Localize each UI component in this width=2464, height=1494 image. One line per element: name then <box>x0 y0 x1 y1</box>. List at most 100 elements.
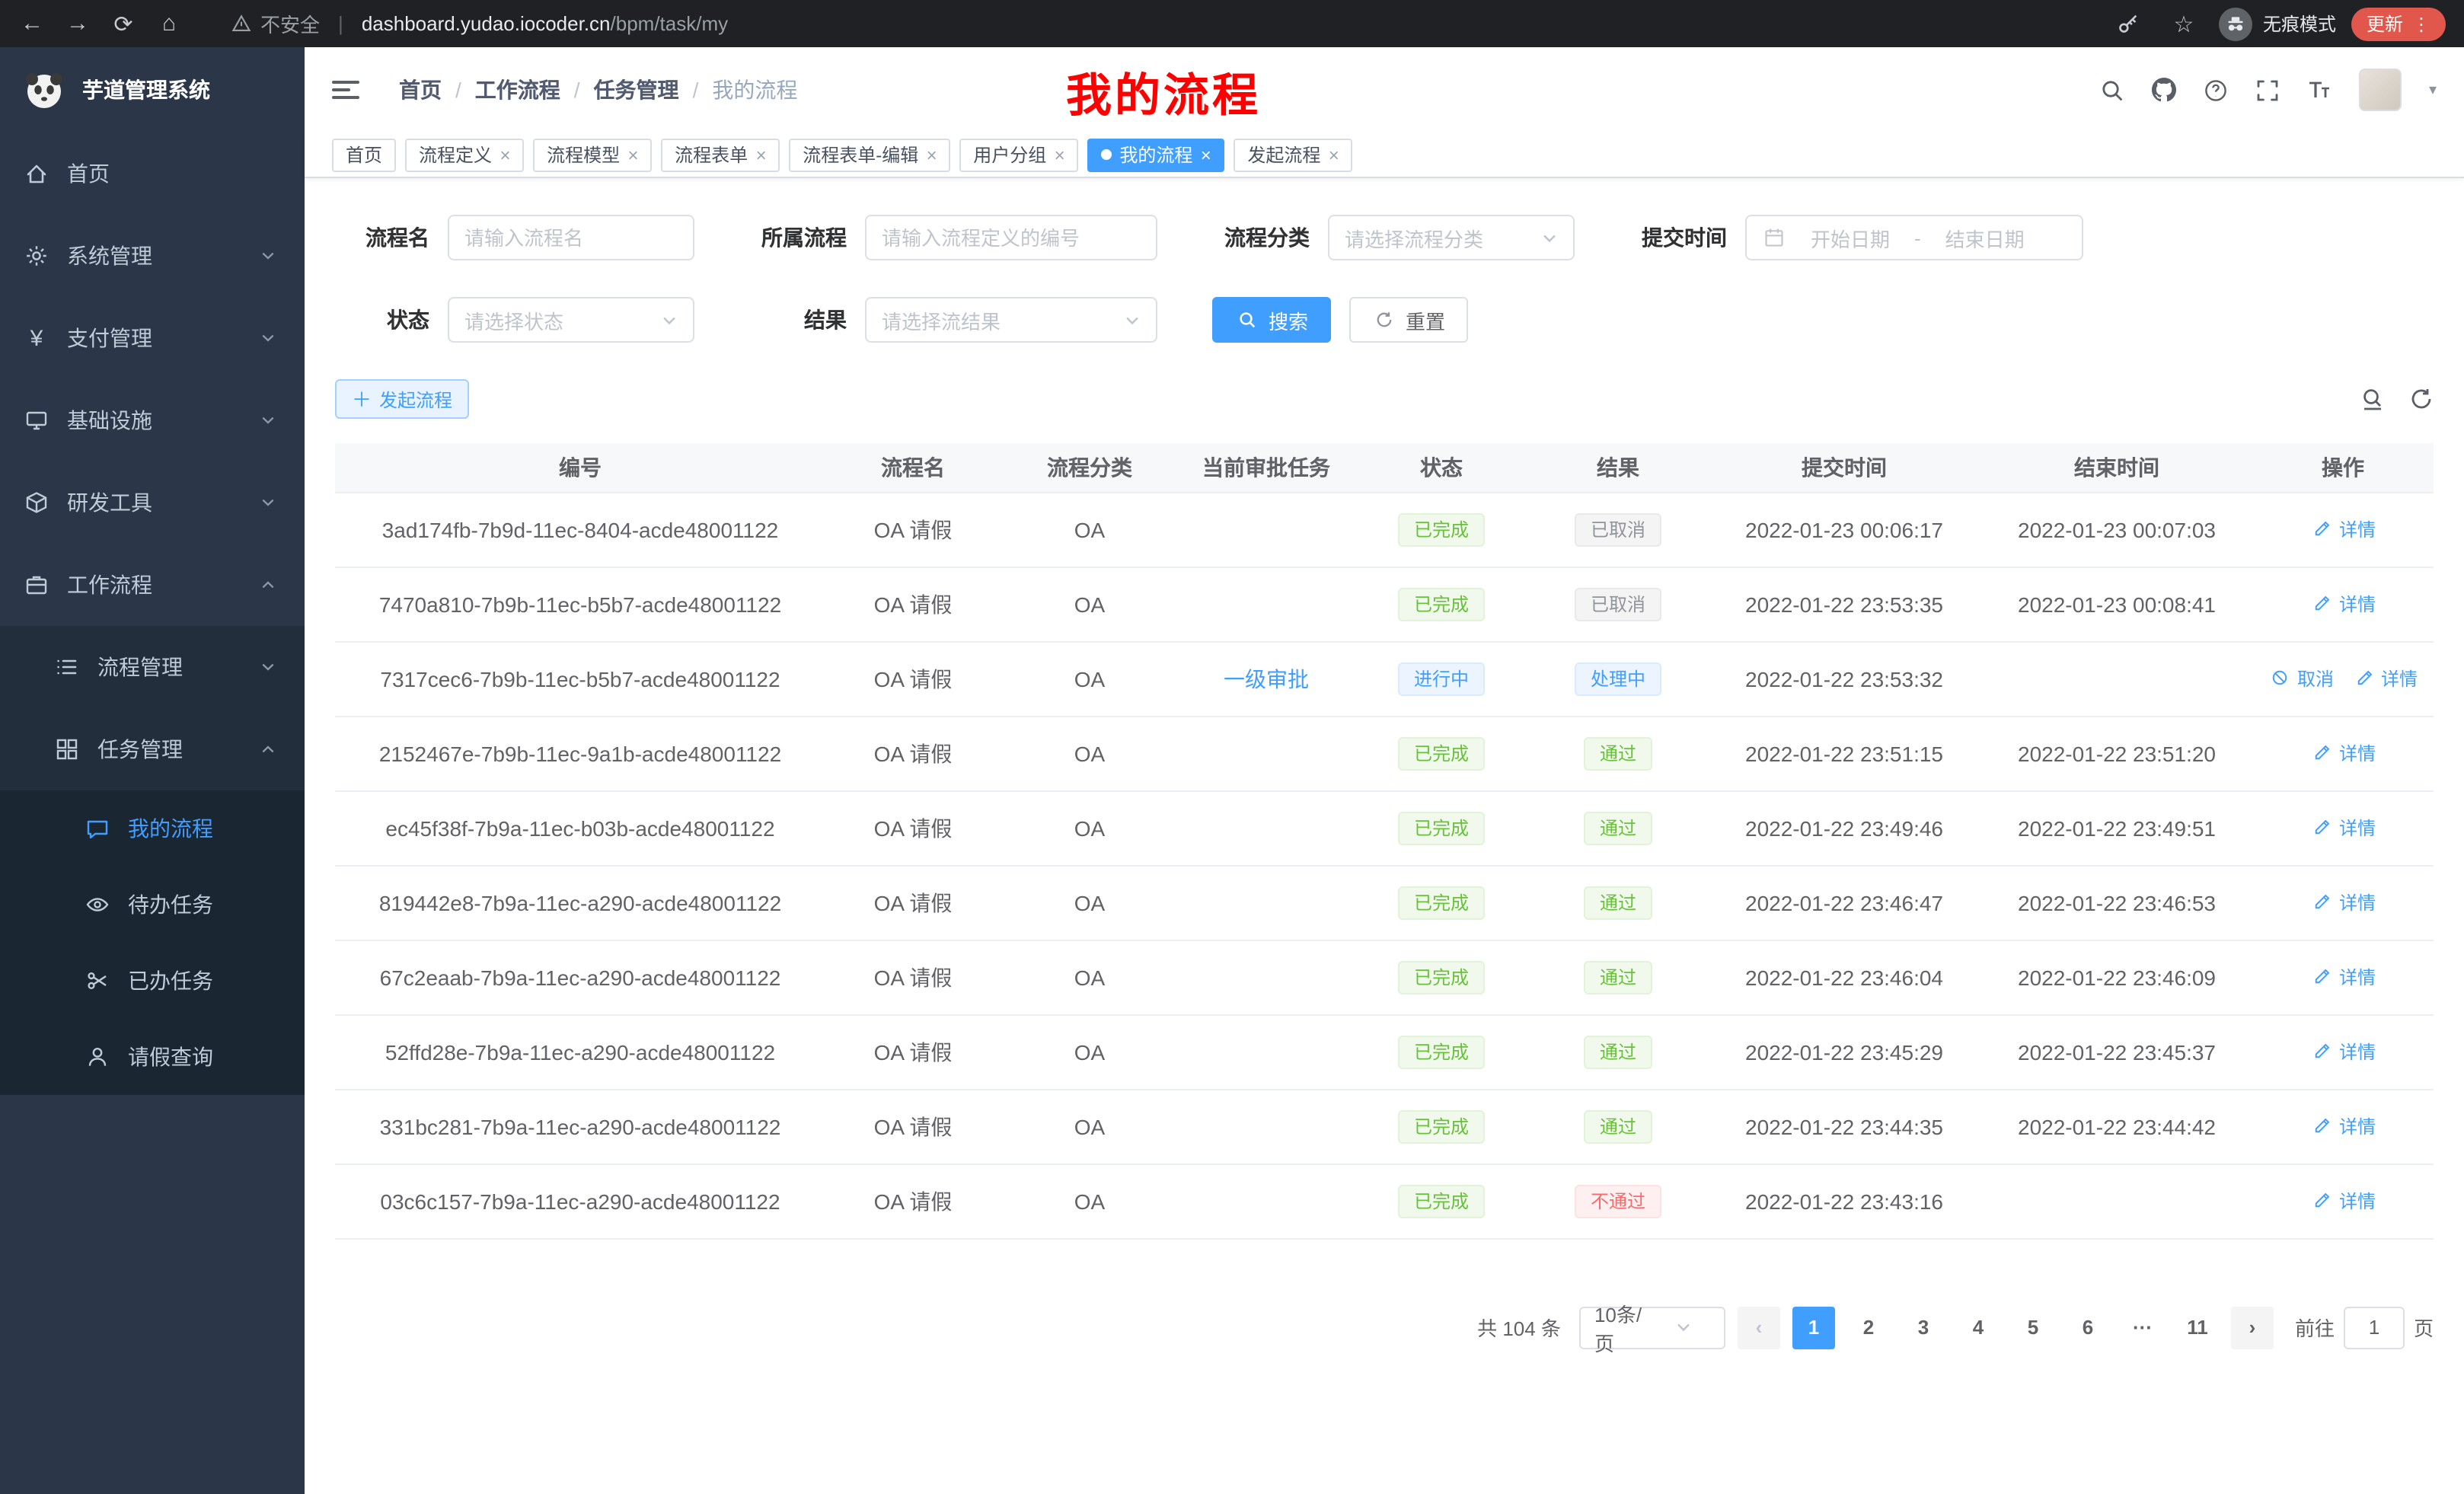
detail-link[interactable]: 详情 <box>2310 516 2376 542</box>
sidebar-item-leave-query[interactable]: 请假查询 <box>0 1019 305 1095</box>
sidebar-item-my-processes[interactable]: 我的流程 <box>0 790 305 867</box>
search-button[interactable]: 搜索 <box>1212 297 1331 343</box>
operations-cell: 详情 <box>2252 940 2434 1014</box>
sidebar-item-home[interactable]: 首页 <box>0 132 305 215</box>
tab-item[interactable]: 首页 <box>332 138 396 171</box>
key-icon[interactable] <box>2109 4 2149 43</box>
tab-close-icon[interactable]: × <box>755 145 766 164</box>
font-size-icon[interactable] <box>2307 78 2332 102</box>
tab-active[interactable]: 我的流程× <box>1087 138 1224 171</box>
sidebar-item-todo-tasks[interactable]: 待办任务 <box>0 867 305 943</box>
update-button[interactable]: 更新 ⋮ <box>2351 7 2446 40</box>
sidebar-item-done-tasks[interactable]: 已办任务 <box>0 943 305 1019</box>
process-definition-input[interactable] <box>865 215 1157 260</box>
page-number[interactable]: 5 <box>2012 1306 2054 1349</box>
page-number[interactable]: 6 <box>2067 1306 2109 1349</box>
page-number-active[interactable]: 1 <box>1792 1306 1835 1349</box>
github-icon[interactable] <box>2152 78 2176 102</box>
tab-item[interactable]: 流程表单-编辑× <box>789 138 950 171</box>
tab-close-icon[interactable]: × <box>1054 145 1064 164</box>
detail-link[interactable]: 详情 <box>2310 740 2376 766</box>
tab-item[interactable]: 流程表单× <box>661 138 780 171</box>
sidebar-item-process-management[interactable]: 流程管理 <box>0 626 305 708</box>
page-number[interactable]: 11 <box>2176 1306 2219 1349</box>
breadcrumb-item[interactable]: 工作流程 <box>475 75 560 105</box>
sidebar-item-devtools[interactable]: 研发工具 <box>0 461 305 544</box>
search-icon[interactable] <box>2100 78 2124 102</box>
security-warning[interactable]: 不安全 <box>228 9 320 38</box>
cancel-process-link[interactable]: 取消 <box>2268 666 2334 691</box>
detail-link[interactable]: 详情 <box>2310 815 2376 841</box>
tab-item[interactable]: 流程模型× <box>533 138 652 171</box>
submit-time-cell: 2022-01-22 23:53:35 <box>1707 567 1981 641</box>
sidebar-item-infrastructure[interactable]: 基础设施 <box>0 379 305 461</box>
table-row: 331bc281-7b9a-11ec-a290-acde48001122OA 请… <box>335 1089 2434 1164</box>
submit-time-label: 提交时间 <box>1611 222 1745 253</box>
sidebar-item-task-management[interactable]: 任务管理 <box>0 708 305 790</box>
page-number[interactable]: 3 <box>1902 1306 1945 1349</box>
reload-icon[interactable]: ⟳ <box>104 4 143 43</box>
page-number[interactable]: 4 <box>1957 1306 2000 1349</box>
detail-link[interactable]: 详情 <box>2310 591 2376 617</box>
status-cell: 已完成 <box>1354 940 1529 1014</box>
tab-close-icon[interactable]: × <box>1328 145 1339 164</box>
date-range-picker[interactable]: 开始日期 - 结束日期 <box>1745 215 2083 260</box>
tab-close-icon[interactable]: × <box>627 145 638 164</box>
tab-close-icon[interactable]: × <box>926 145 937 164</box>
home-icon[interactable]: ⌂ <box>149 4 189 43</box>
detail-link[interactable]: 详情 <box>2310 964 2376 990</box>
user-avatar[interactable] <box>2359 69 2402 111</box>
create-process-button[interactable]: ＋ 发起流程 <box>335 379 469 419</box>
page-ellipsis[interactable]: ··· <box>2121 1306 2164 1349</box>
help-icon[interactable] <box>2204 78 2228 102</box>
browser-menu-icon[interactable]: ⋮ <box>2412 13 2430 34</box>
detail-link[interactable]: 详情 <box>2352 666 2418 691</box>
tab-label: 用户分组 <box>973 142 1046 168</box>
address-bar[interactable]: 不安全 | dashboard.yudao.iocoder.cn/bpm/tas… <box>195 9 2103 38</box>
process-name-input[interactable] <box>448 215 694 260</box>
fullscreen-icon[interactable] <box>2255 78 2280 102</box>
back-icon[interactable]: ← <box>12 4 52 43</box>
next-page-button[interactable]: › <box>2231 1306 2274 1349</box>
tab-item[interactable]: 流程定义× <box>405 138 524 171</box>
current-task-link[interactable]: 一级审批 <box>1224 666 1309 691</box>
sidebar-item-system[interactable]: 系统管理 <box>0 215 305 297</box>
hamburger-menu-icon[interactable] <box>332 73 365 107</box>
filter-process-name: 流程名 <box>335 215 694 260</box>
goto-page-input[interactable] <box>2344 1306 2405 1349</box>
detail-link[interactable]: 详情 <box>2310 889 2376 915</box>
end-date-placeholder: 结束日期 <box>1930 223 2040 252</box>
edit-icon <box>2310 1114 2335 1138</box>
bookmark-star-icon[interactable]: ☆ <box>2164 4 2204 43</box>
sidebar-item-workflow[interactable]: 工作流程 <box>0 544 305 626</box>
result-select[interactable]: 请选择流结果 <box>865 297 1157 343</box>
chevron-down-icon[interactable]: ▾ <box>2429 81 2437 98</box>
page-size-select[interactable]: 10条/页 <box>1579 1306 1725 1349</box>
search-toggle-icon[interactable] <box>2360 387 2385 411</box>
table-header-row: 编号流程名流程分类当前审批任务状态结果提交时间结束时间操作 <box>335 443 2434 492</box>
task-submenu: 我的流程 待办任务 已办任务 请假查询 <box>0 790 305 1095</box>
result-cell: 已取消 <box>1529 567 1707 641</box>
prev-page-button[interactable]: ‹ <box>1738 1306 1780 1349</box>
app-logo[interactable]: 芋道管理系统 <box>0 47 305 132</box>
breadcrumb-item[interactable]: 任务管理 <box>594 75 679 105</box>
incognito-profile-chip[interactable]: 无痕模式 <box>2219 7 2336 40</box>
column-header: 当前审批任务 <box>1179 443 1354 492</box>
detail-link[interactable]: 详情 <box>2310 1039 2376 1065</box>
tab-close-icon[interactable]: × <box>1200 145 1211 164</box>
refresh-icon[interactable] <box>2409 387 2434 411</box>
status-select[interactable]: 请选择状态 <box>448 297 694 343</box>
detail-link[interactable]: 详情 <box>2310 1188 2376 1214</box>
breadcrumb-item[interactable]: 首页 <box>399 75 442 105</box>
sidebar-item-payment[interactable]: ¥ 支付管理 <box>0 297 305 379</box>
tab-close-icon[interactable]: × <box>500 145 510 164</box>
tab-item[interactable]: 用户分组 × <box>959 138 1078 171</box>
category-select[interactable]: 请选择流程分类 <box>1328 215 1575 260</box>
tab-item[interactable]: 发起流程× <box>1234 138 1352 171</box>
detail-link[interactable]: 详情 <box>2310 1113 2376 1139</box>
forward-icon[interactable]: → <box>58 4 97 43</box>
reset-button[interactable]: 重置 <box>1349 297 1468 343</box>
url-text[interactable]: dashboard.yudao.iocoder.cn/bpm/task/my <box>362 12 728 35</box>
page-number[interactable]: 2 <box>1847 1306 1890 1349</box>
process-name-cell: OA 请假 <box>825 790 1001 865</box>
